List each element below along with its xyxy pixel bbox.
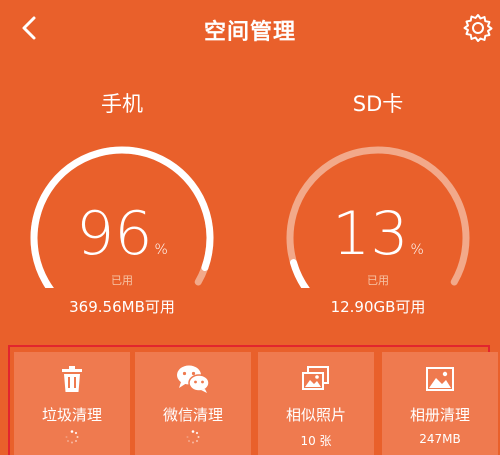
phone-storage: 手机 96% 已用 369.56MB可用	[22, 88, 222, 328]
gear-icon	[463, 14, 493, 42]
sd-card-available-text: 12.90GB可用	[330, 298, 426, 316]
album-cleanup-size: 247MB	[419, 432, 461, 446]
phone-used-label: 已用	[111, 274, 133, 287]
wechat-cleanup-tile[interactable]: 微信清理	[135, 352, 251, 455]
header-bar: 空间管理	[0, 0, 500, 56]
similar-photos-label: 相似照片	[285, 406, 346, 424]
phone-storage-label: 手机	[101, 92, 143, 116]
similar-photos-count: 10 张	[300, 434, 332, 448]
similar-photos-tile[interactable]: 相似照片 10 张	[258, 352, 374, 455]
phone-percent-unit: %	[154, 242, 168, 258]
sd-card-percent-value: 13%	[278, 204, 478, 264]
album-cleanup-tile[interactable]: 相册清理 247MB	[382, 352, 498, 455]
photos-icon	[302, 366, 329, 390]
wechat-icon	[177, 365, 210, 393]
page-title: 空间管理	[203, 20, 296, 45]
junk-cleanup-tile[interactable]: 垃圾清理	[14, 352, 130, 455]
loading-spinner-icon	[186, 430, 200, 444]
phone-percent-value: 96%	[22, 204, 222, 264]
phone-available-text: 369.56MB可用	[69, 298, 175, 316]
trash-icon	[62, 366, 82, 392]
sd-card-percent-number: 13	[332, 199, 409, 269]
settings-button[interactable]	[462, 12, 494, 44]
album-cleanup-label: 相册清理	[409, 406, 470, 424]
sd-card-storage-label: SD卡	[352, 92, 404, 116]
loading-spinner-icon	[65, 430, 79, 444]
wechat-cleanup-label: 微信清理	[162, 406, 223, 424]
sd-card-storage: SD卡 13% 已用 12.90GB可用	[278, 88, 478, 328]
junk-cleanup-label: 垃圾清理	[41, 406, 102, 424]
phone-percent-number: 96	[76, 199, 153, 269]
sd-card-used-label: 已用	[367, 274, 389, 287]
sd-card-percent-unit: %	[410, 242, 424, 258]
image-icon	[426, 367, 454, 391]
